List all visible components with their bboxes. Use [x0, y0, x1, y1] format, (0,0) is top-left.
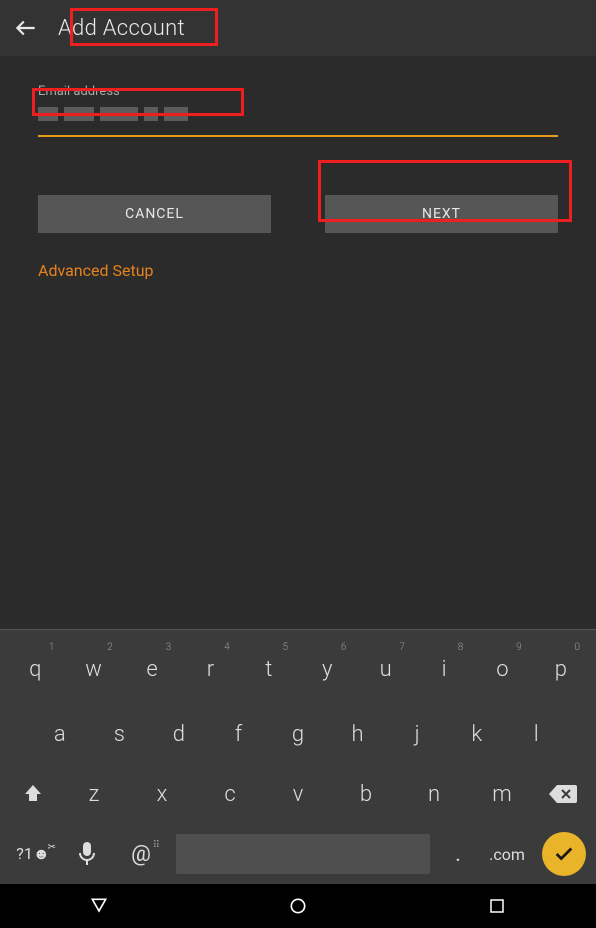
soft-keyboard: 1q2w3e4r5t6y7u8i9o0p asdfghjkl zxcvbnm ✂… — [0, 629, 596, 884]
key-r[interactable]: 4r — [181, 640, 239, 698]
key-f[interactable]: f — [209, 705, 269, 763]
key-l[interactable]: l — [507, 705, 567, 763]
key-v[interactable]: v — [264, 765, 332, 823]
key-p[interactable]: 0p — [532, 640, 590, 698]
key-x[interactable]: x — [128, 765, 196, 823]
key-s[interactable]: s — [90, 705, 150, 763]
nav-back-icon[interactable] — [79, 886, 119, 926]
mic-key[interactable] — [60, 841, 114, 867]
key-t[interactable]: 5t — [240, 640, 298, 698]
email-input[interactable] — [38, 103, 558, 137]
key-o[interactable]: 9o — [473, 640, 531, 698]
period-key[interactable]: . — [438, 842, 478, 867]
key-y[interactable]: 6y — [298, 640, 356, 698]
key-d[interactable]: d — [149, 705, 209, 763]
key-e[interactable]: 3e — [123, 640, 181, 698]
nav-recent-icon[interactable] — [477, 886, 517, 926]
email-label: Email address — [38, 84, 558, 99]
next-button[interactable]: NEXT — [325, 195, 558, 233]
key-k[interactable]: k — [447, 705, 507, 763]
key-u[interactable]: 7u — [356, 640, 414, 698]
key-w[interactable]: 2w — [64, 640, 122, 698]
enter-key[interactable] — [542, 832, 586, 876]
key-c[interactable]: c — [196, 765, 264, 823]
key-g[interactable]: g — [268, 705, 328, 763]
key-z[interactable]: z — [60, 765, 128, 823]
shift-key[interactable] — [6, 782, 60, 806]
space-key[interactable] — [176, 834, 430, 874]
key-j[interactable]: j — [387, 705, 447, 763]
key-q[interactable]: 1q — [6, 640, 64, 698]
back-icon[interactable] — [12, 14, 40, 42]
key-b[interactable]: b — [332, 765, 400, 823]
page-title: Add Account — [58, 16, 185, 41]
at-key[interactable]: ⠿@ — [114, 842, 168, 867]
key-h[interactable]: h — [328, 705, 388, 763]
symbols-key[interactable]: ✂?1☻ — [6, 844, 60, 864]
key-n[interactable]: n — [400, 765, 468, 823]
key-a[interactable]: a — [30, 705, 90, 763]
backspace-key[interactable] — [536, 783, 590, 805]
dotcom-key[interactable]: .com — [478, 845, 536, 864]
key-m[interactable]: m — [468, 765, 536, 823]
cancel-button[interactable]: CANCEL — [38, 195, 271, 233]
nav-home-icon[interactable] — [278, 886, 318, 926]
key-i[interactable]: 8i — [415, 640, 473, 698]
advanced-setup-link[interactable]: Advanced Setup — [38, 261, 154, 280]
